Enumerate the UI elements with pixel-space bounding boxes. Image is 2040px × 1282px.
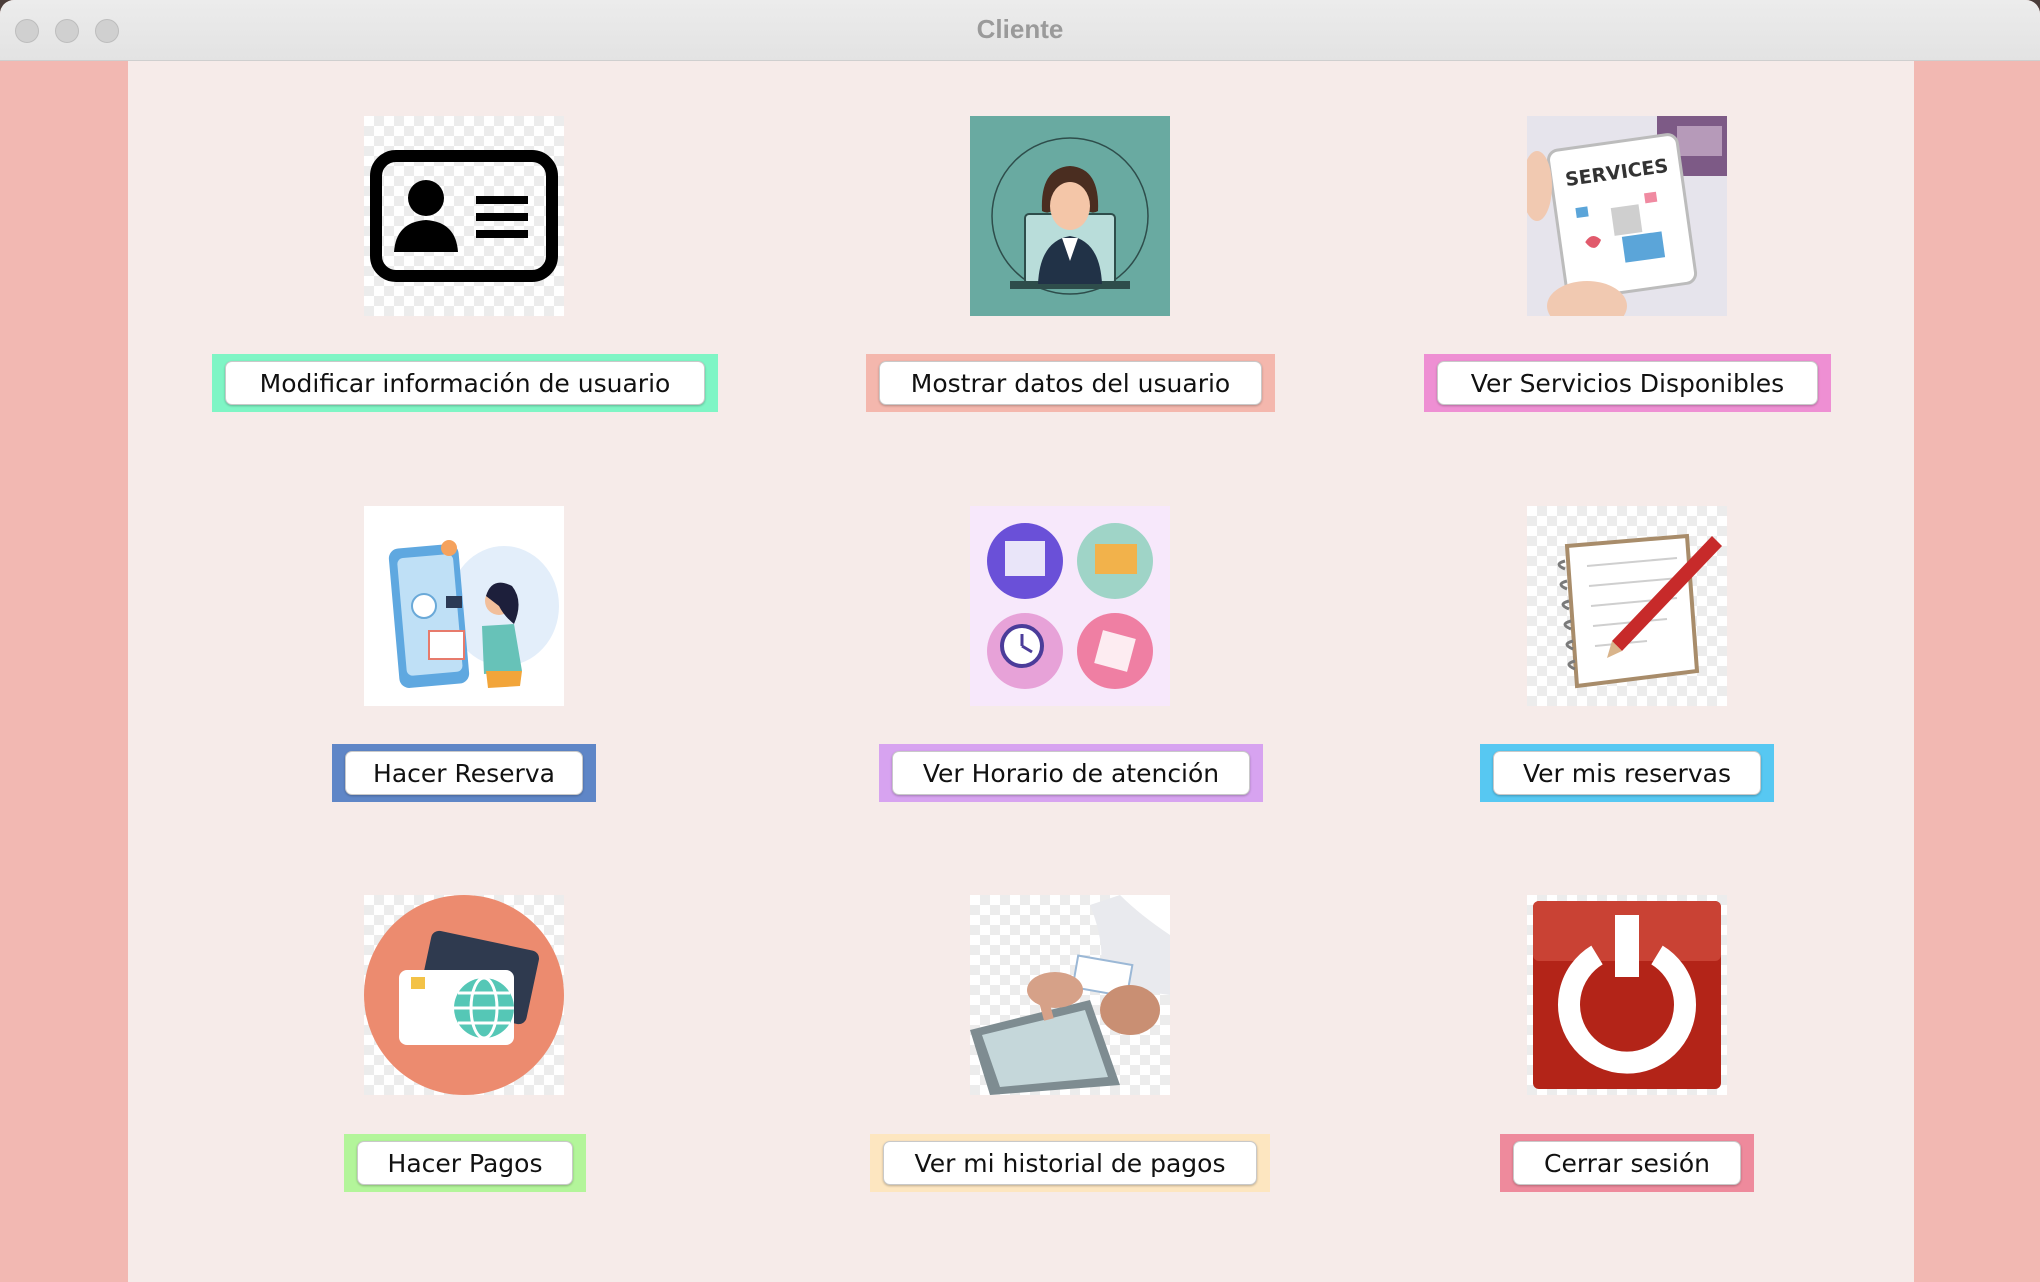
ver-horario-frame: Ver Horario de atención <box>879 744 1263 802</box>
modificar-info-frame: Modificar información de usuario <box>212 354 718 412</box>
right-margin <box>1912 61 2040 1282</box>
ver-servicios-button[interactable]: Ver Servicios Disponibles <box>1437 361 1818 405</box>
main-panel: SERVICES Modificar información de usuari… <box>128 61 1914 1282</box>
historial-pagos-button[interactable]: Ver mi historial de pagos <box>883 1141 1257 1185</box>
id-card-icon <box>364 116 564 316</box>
power-icon <box>1527 895 1727 1095</box>
ver-servicios-frame: Ver Servicios Disponibles <box>1424 354 1831 412</box>
hacer-reserva-button[interactable]: Hacer Reserva <box>345 751 583 795</box>
notebook-pen-icon <box>1527 506 1727 706</box>
ver-horario-button[interactable]: Ver Horario de atención <box>892 751 1250 795</box>
services-tablet-icon: SERVICES <box>1527 116 1727 316</box>
cerrar-sesion-button[interactable]: Cerrar sesión <box>1513 1141 1741 1185</box>
window-title: Cliente <box>976 14 1064 44</box>
credit-card-icon <box>364 895 564 1095</box>
hacer-reserva-frame: Hacer Reserva <box>332 744 596 802</box>
user-avatar-icon <box>970 116 1170 316</box>
hacer-pagos-frame: Hacer Pagos <box>344 1134 586 1192</box>
ver-reservas-frame: Ver mis reservas <box>1480 744 1774 802</box>
mostrar-datos-button[interactable]: Mostrar datos del usuario <box>879 361 1262 405</box>
historial-pagos-frame: Ver mi historial de pagos <box>870 1134 1270 1192</box>
tablet-payment-icon <box>970 895 1170 1095</box>
mostrar-datos-frame: Mostrar datos del usuario <box>866 354 1275 412</box>
cerrar-sesion-frame: Cerrar sesión <box>1500 1134 1754 1192</box>
modificar-info-button[interactable]: Modificar información de usuario <box>225 361 705 405</box>
title-bar: Cliente <box>0 0 2040 61</box>
booking-phone-icon <box>364 506 564 706</box>
schedule-circles-icon <box>970 506 1170 706</box>
app-window: Cliente SERVICES Modificar información d… <box>0 0 2040 1282</box>
hacer-pagos-button[interactable]: Hacer Pagos <box>357 1141 573 1185</box>
ver-reservas-button[interactable]: Ver mis reservas <box>1493 751 1761 795</box>
left-margin <box>0 61 128 1282</box>
